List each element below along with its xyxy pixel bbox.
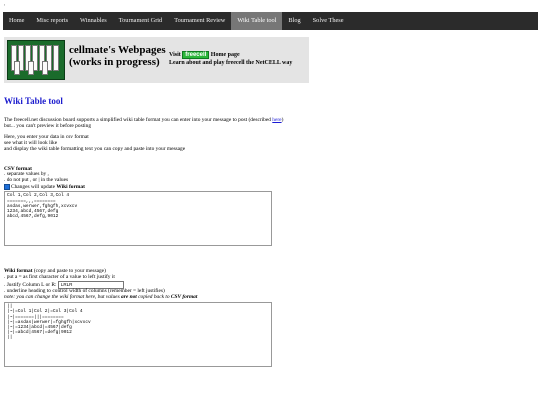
checkbox-label-bold: Wiki format (56, 184, 85, 191)
nav-home[interactable]: Home (3, 12, 30, 30)
site-title: cellmate's Webpages (works in progress) (69, 44, 166, 68)
update-checkbox-row[interactable]: Changes will update Wiki format (4, 184, 534, 191)
note-are-not: are not (121, 294, 137, 301)
top-dot: , (4, 1, 6, 7)
csv-textarea[interactable]: Col 1,Col 2,Col 3,Col 4 =======,,,======… (4, 191, 272, 247)
intro-line1-end: ) (281, 117, 284, 123)
note-middle: copied back to (138, 294, 170, 301)
main-content: Wiki Table tool The freecell.net discuss… (4, 96, 534, 368)
freecell-logo: freecell (182, 51, 210, 59)
intro-paragraph: The freecell.net discussion board suppor… (4, 117, 534, 130)
learn-text: Learn about and play freecell the NetCEL… (169, 60, 293, 66)
checkbox-label: Changes will update (11, 184, 56, 191)
card-icon (53, 45, 59, 71)
nav-tournament-review[interactable]: Tournament Review (168, 12, 231, 30)
update-checkbox[interactable] (4, 184, 10, 191)
freecell-cards-logo-icon (7, 40, 65, 80)
page-title: Wiki Table tool (4, 96, 63, 106)
card-icon (28, 61, 34, 75)
nav-misc-reports[interactable]: Misc reports (30, 12, 74, 30)
here-link[interactable]: here (272, 117, 281, 123)
nav-winnables[interactable]: Winnables (74, 12, 113, 30)
card-icon (42, 61, 48, 75)
csv-section: CSV format . separate values by , . do n… (4, 166, 534, 247)
howto-line: and display the wiki table formatting te… (4, 145, 186, 152)
freecell-home-link[interactable]: Visit freecell Home page Learn about and… (169, 51, 309, 67)
wiki-textarea[interactable]: || |~|=Col 1|Col 2|=Col 3|Col 4 |~|=====… (4, 302, 272, 368)
nav-blog[interactable]: Blog (282, 12, 306, 30)
site-banner: cellmate's Webpages (works in progress) … (4, 37, 309, 83)
nav-wiki-table-tool[interactable]: Wiki Table tool (231, 12, 283, 30)
card-icon (14, 61, 20, 75)
visit-suffix: Home page (210, 52, 240, 58)
note-prefix: note: you can change the wiki format her… (4, 294, 120, 301)
visit-prefix: Visit (169, 52, 181, 58)
nav-bar: Home Misc reports Winnables Tournament G… (3, 12, 538, 30)
intro-line2: but... you can't preview it before posti… (4, 122, 92, 129)
howto-paragraph: Here, you enter your data in csv format … (4, 134, 534, 153)
note-csv: CSV format (170, 294, 198, 301)
nav-solve-these[interactable]: Solve These (307, 12, 350, 30)
wiki-section: Wiki format (copy and paste to your mess… (4, 268, 534, 368)
wiki-note: note: you can change the wiki format her… (4, 294, 534, 301)
nav-tournament-grid[interactable]: Tournament Grid (113, 12, 168, 30)
